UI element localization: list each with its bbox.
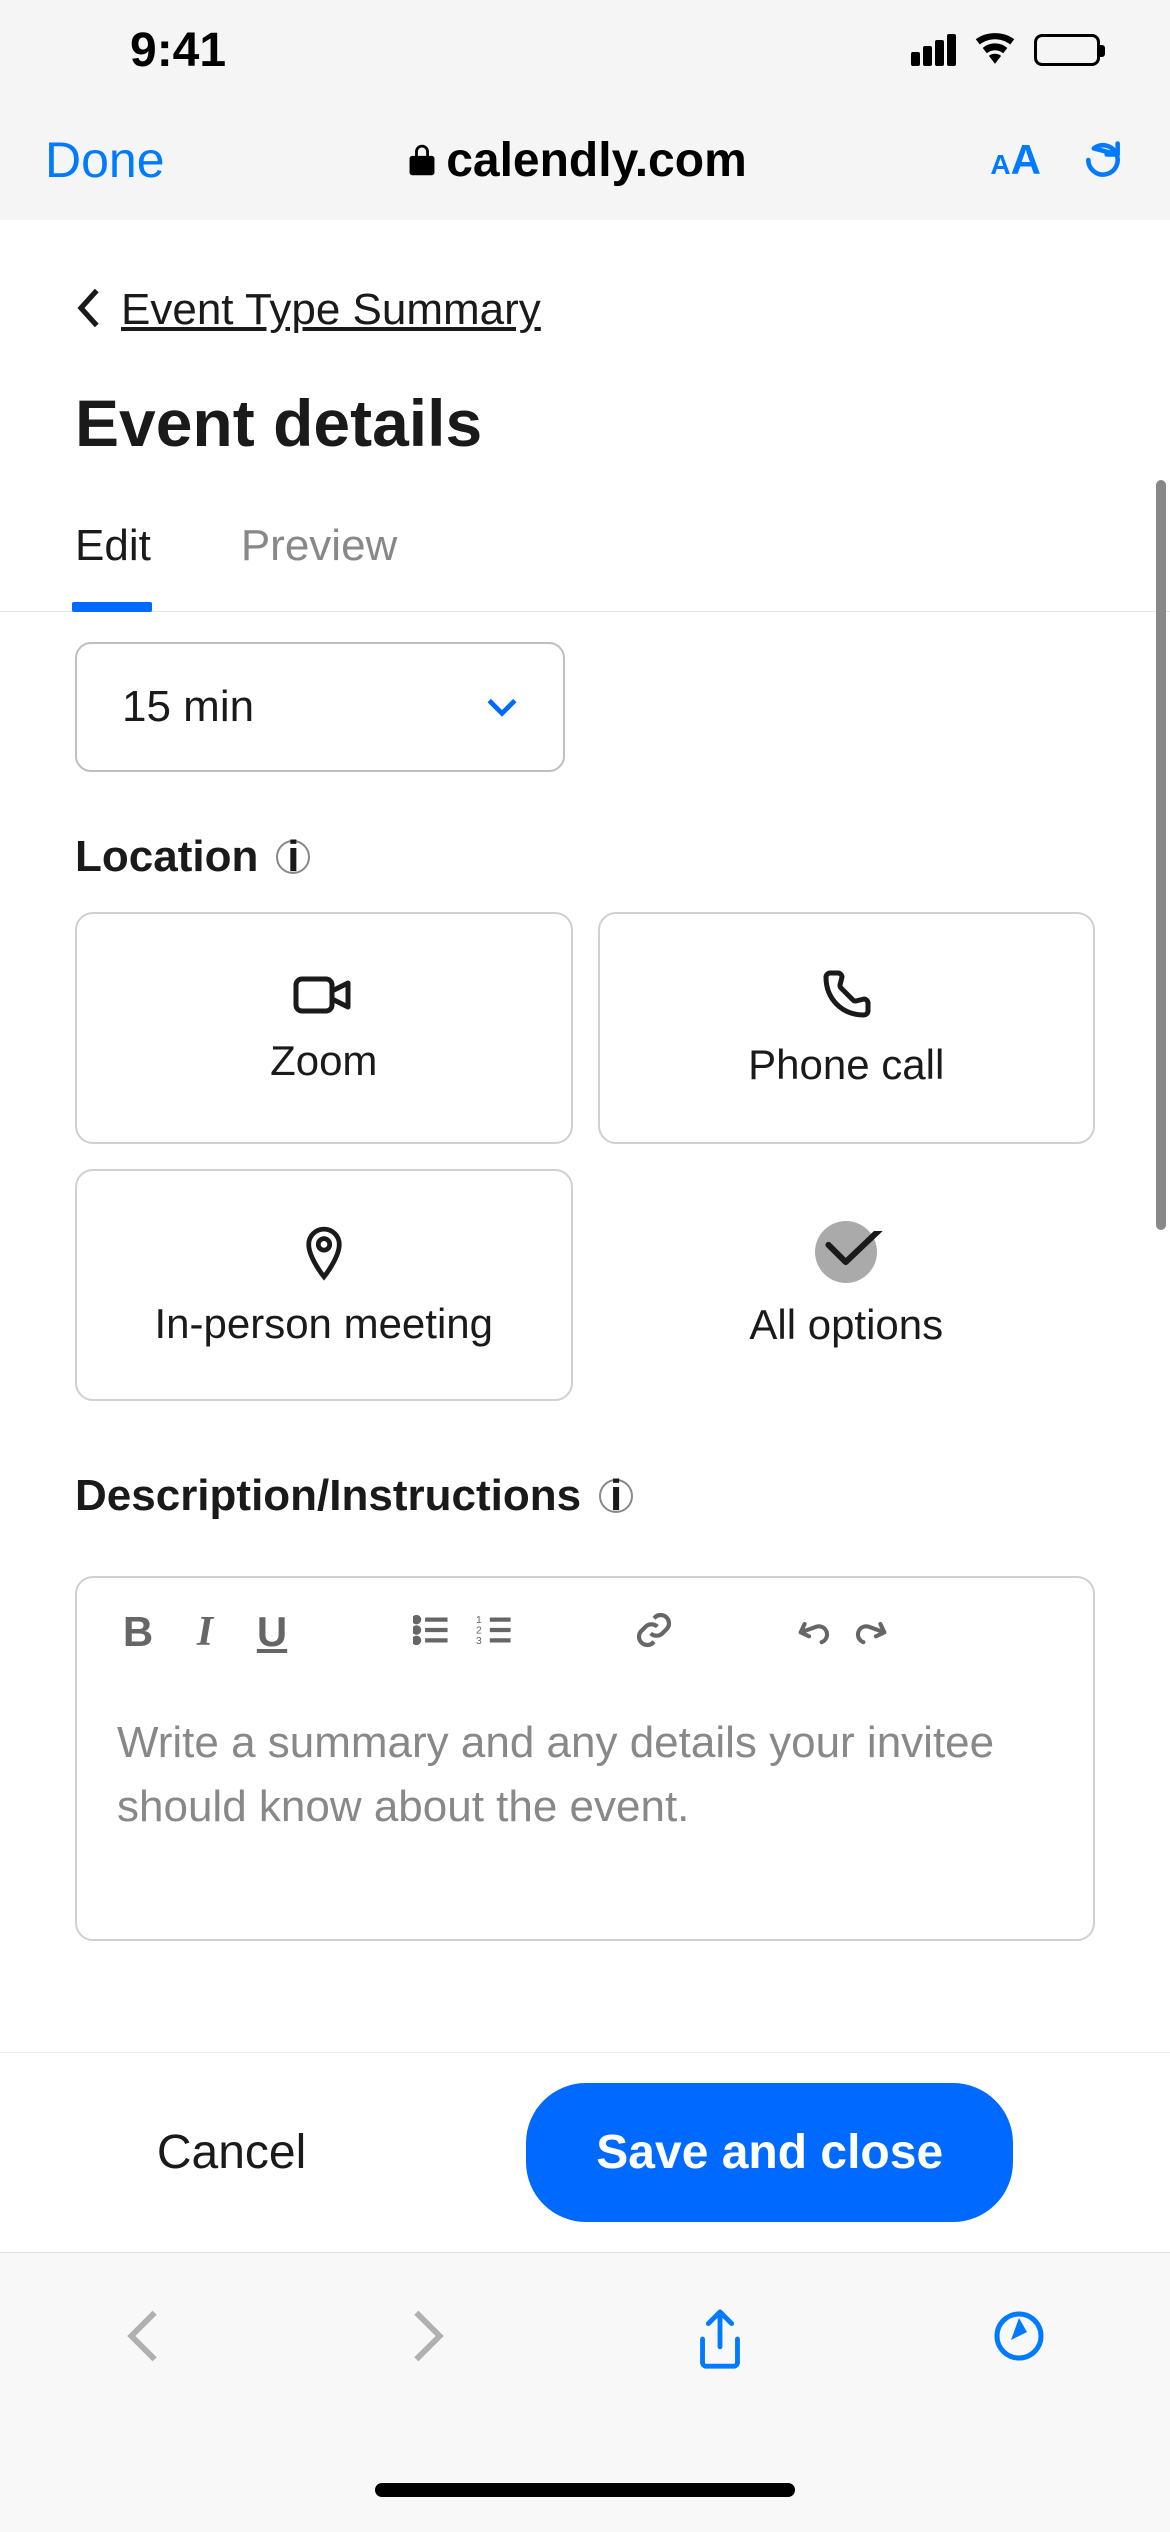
scrollbar[interactable] bbox=[1156, 480, 1166, 1230]
description-label: Description/Instructions bbox=[75, 1471, 581, 1521]
description-label-row: Description/Instructions i bbox=[0, 1401, 1170, 1551]
tab-preview[interactable]: Preview bbox=[241, 521, 398, 611]
location-label-row: Location i bbox=[0, 772, 1170, 912]
location-inperson-label: In-person meeting bbox=[154, 1300, 493, 1348]
save-button[interactable]: Save and close bbox=[526, 2083, 1013, 2222]
reload-icon[interactable] bbox=[1081, 136, 1125, 184]
location-option-phone[interactable]: Phone call bbox=[598, 912, 1096, 1144]
breadcrumb-link[interactable]: Event Type Summary bbox=[121, 285, 541, 335]
wifi-icon bbox=[974, 32, 1016, 69]
browser-bar: Done calendly.com AA bbox=[0, 100, 1170, 220]
tabs-button[interactable] bbox=[991, 2308, 1047, 2369]
bold-button[interactable]: B bbox=[117, 1608, 159, 1656]
location-all-label: All options bbox=[749, 1301, 943, 1349]
back-chevron-icon[interactable] bbox=[75, 287, 101, 334]
nav-forward-button[interactable] bbox=[408, 2308, 448, 2369]
breadcrumb[interactable]: Event Type Summary bbox=[0, 220, 1170, 335]
footer-actions: Cancel Save and close bbox=[0, 2052, 1170, 2252]
status-time: 9:41 bbox=[130, 23, 226, 78]
battery-icon bbox=[1034, 34, 1100, 66]
status-bar: 9:41 bbox=[0, 0, 1170, 100]
location-zoom-label: Zoom bbox=[270, 1037, 377, 1085]
location-option-all[interactable]: All options bbox=[598, 1169, 1096, 1401]
lock-icon bbox=[408, 142, 436, 178]
share-button[interactable] bbox=[694, 2308, 746, 2379]
location-grid: Zoom Phone call In-person meeting All op… bbox=[0, 912, 1170, 1401]
italic-button[interactable]: I bbox=[184, 1608, 226, 1656]
info-icon[interactable]: i bbox=[276, 840, 310, 874]
phone-icon bbox=[818, 967, 874, 1023]
url-text: calendly.com bbox=[446, 133, 747, 188]
text-size-button[interactable]: AA bbox=[990, 136, 1041, 184]
url-display[interactable]: calendly.com bbox=[408, 133, 747, 188]
undo-button[interactable] bbox=[794, 1612, 830, 1653]
editor-toolbar: B I U 123 bbox=[77, 1578, 1093, 1686]
location-phone-label: Phone call bbox=[748, 1041, 944, 1089]
number-list-button[interactable]: 123 bbox=[476, 1614, 514, 1651]
home-indicator[interactable] bbox=[375, 2483, 795, 2497]
tab-edit[interactable]: Edit bbox=[75, 521, 151, 611]
pin-icon bbox=[303, 1222, 345, 1282]
page-title: Event details bbox=[0, 335, 1170, 461]
description-editor: B I U 123 bbox=[75, 1576, 1095, 1941]
all-options-icon bbox=[815, 1221, 877, 1283]
chevron-down-icon bbox=[486, 697, 518, 717]
link-button[interactable] bbox=[634, 1610, 674, 1655]
duration-value: 15 min bbox=[122, 682, 254, 732]
status-icons bbox=[911, 32, 1100, 69]
description-textarea[interactable]: Write a summary and any details your inv… bbox=[77, 1686, 1093, 1939]
duration-dropdown[interactable]: 15 min bbox=[75, 642, 565, 772]
svg-text:1: 1 bbox=[476, 1615, 482, 1626]
tabs: Edit Preview bbox=[0, 461, 1170, 612]
location-option-zoom[interactable]: Zoom bbox=[75, 912, 573, 1144]
done-button[interactable]: Done bbox=[45, 131, 165, 189]
video-icon bbox=[292, 971, 356, 1019]
cellular-signal-icon bbox=[911, 34, 956, 66]
location-label: Location bbox=[75, 832, 258, 882]
location-option-inperson[interactable]: In-person meeting bbox=[75, 1169, 573, 1401]
svg-text:3: 3 bbox=[476, 1635, 482, 1645]
nav-back-button[interactable] bbox=[123, 2308, 163, 2369]
svg-text:2: 2 bbox=[476, 1625, 482, 1636]
info-icon[interactable]: i bbox=[599, 1479, 633, 1513]
redo-button[interactable] bbox=[855, 1612, 891, 1653]
bullet-list-button[interactable] bbox=[413, 1614, 451, 1651]
content-area: Event Type Summary Event details Edit Pr… bbox=[0, 220, 1170, 2252]
underline-button[interactable]: U bbox=[251, 1608, 293, 1656]
cancel-button[interactable]: Cancel bbox=[157, 2125, 306, 2180]
